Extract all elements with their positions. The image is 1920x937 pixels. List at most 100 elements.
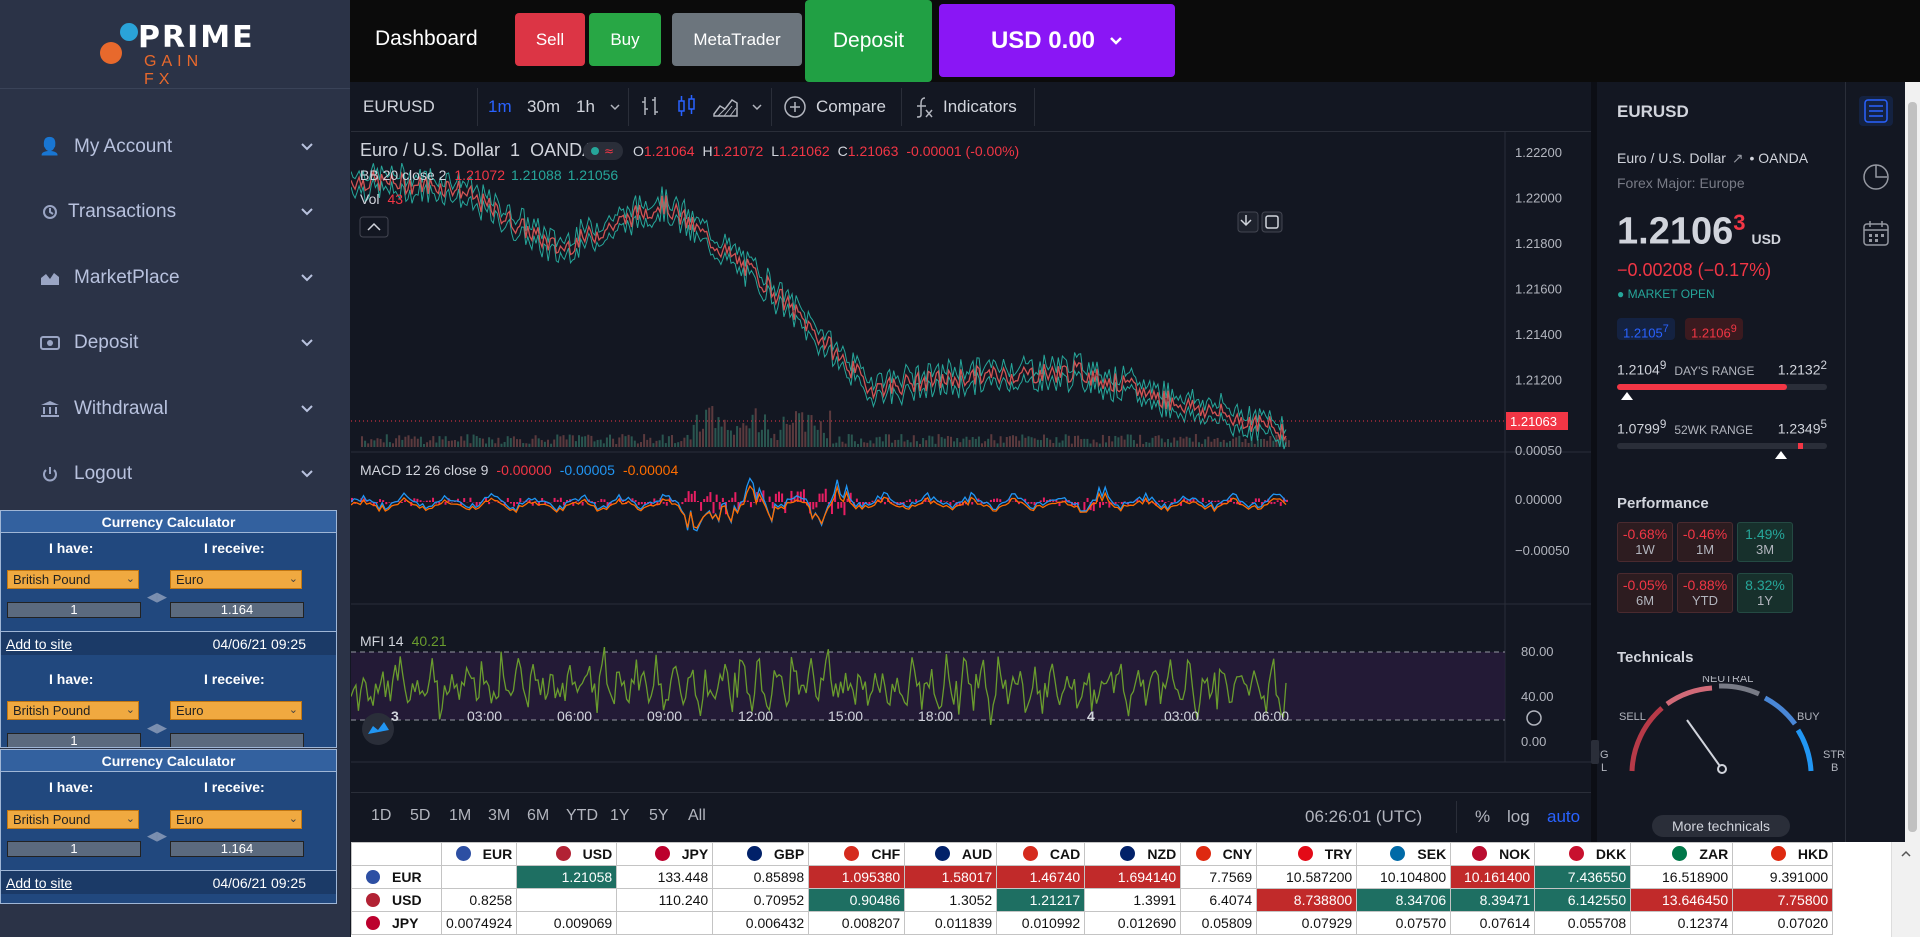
rate-cell[interactable]: 10.587200 (1256, 865, 1358, 889)
rate-cell[interactable]: 1.21058 (516, 865, 618, 889)
table-header-cell[interactable]: TRY (1256, 842, 1358, 866)
performance-cell[interactable]: 1.49% 3M (1737, 522, 1793, 562)
table-header-cell[interactable]: EUR (440, 842, 518, 866)
rate-cell[interactable]: 0.90486 (808, 888, 906, 912)
balance-dropdown[interactable]: USD 0.00 (939, 4, 1175, 77)
details-symbol[interactable]: EURUSD (1617, 102, 1689, 122)
table-header-cell[interactable]: USD (516, 842, 618, 866)
external-link-icon[interactable]: ↗ (1732, 150, 1744, 166)
performance-cell[interactable]: -0.68% 1W (1617, 522, 1673, 562)
rate-cell[interactable]: 133.448 (616, 865, 714, 889)
interval-1h[interactable]: 1h (576, 97, 595, 117)
row-currency-cell[interactable]: JPY (351, 911, 442, 935)
technicals-gauge[interactable]: NEUTRAL SELL BUY IG STR L B (1597, 676, 1845, 776)
table-header-cell[interactable]: DKK (1534, 842, 1632, 866)
data-window-icon[interactable] (1861, 162, 1891, 192)
table-header-cell[interactable]: CAD (996, 842, 1086, 866)
swap-icon[interactable]: ◀▶ (147, 720, 167, 738)
rate-cell[interactable]: 0.07020 (1732, 911, 1834, 935)
log-toggle[interactable]: log (1507, 807, 1530, 827)
table-header-cell[interactable]: HKD (1732, 842, 1834, 866)
rate-cell[interactable]: 1.46740 (996, 865, 1086, 889)
amount-input[interactable]: 1 (7, 841, 141, 857)
percent-toggle[interactable]: % (1475, 807, 1490, 827)
from-currency-select[interactable]: British Pound ⌄ (7, 810, 139, 829)
buy-button[interactable]: Buy (589, 13, 661, 66)
table-scrollbar[interactable] (1891, 842, 1920, 937)
compare-plus-icon[interactable] (783, 95, 807, 124)
candles-style-icon[interactable] (676, 94, 698, 123)
page-scrollbar[interactable] (1905, 82, 1920, 842)
range-ytd[interactable]: YTD (566, 807, 610, 825)
rate-cell[interactable]: 0.8258 (440, 888, 518, 912)
rate-cell[interactable]: 0.12374 (1630, 911, 1734, 935)
table-header-cell[interactable]: SEK (1356, 842, 1452, 866)
metatrader-button[interactable]: MetaTrader (672, 13, 802, 66)
chart-canvas[interactable]: 1.22200 1.22000 1.21800 1.21600 1.21400 1.212… (351, 132, 1591, 842)
fullscreen-button[interactable] (1261, 211, 1283, 233)
rate-cell[interactable] (616, 911, 714, 935)
nav-deposit[interactable]: Deposit (0, 313, 350, 373)
indicators-button[interactable]: Indicators (943, 97, 1017, 117)
rate-cell[interactable]: 0.010992 (996, 911, 1086, 935)
rate-cell[interactable]: 7.7569 (1180, 865, 1258, 889)
compare-button[interactable]: Compare (816, 97, 886, 117)
auto-toggle[interactable]: auto (1547, 807, 1580, 827)
rate-cell[interactable]: 10.104800 (1356, 865, 1452, 889)
range-5d[interactable]: 5D (410, 807, 449, 825)
table-header-cell[interactable]: CHF (808, 842, 906, 866)
row-currency-cell[interactable]: USD (351, 888, 442, 912)
rate-cell[interactable]: 0.07929 (1256, 911, 1358, 935)
scrollbar-thumb[interactable] (1908, 102, 1917, 832)
nav-withdrawal[interactable]: Withdrawal (0, 379, 350, 439)
performance-cell[interactable]: -0.05% 6M (1617, 573, 1673, 613)
table-header-cell[interactable]: JPY (616, 842, 714, 866)
amount-input[interactable]: 1 (7, 602, 141, 618)
range-1y[interactable]: 1Y (610, 807, 649, 825)
range-3m[interactable]: 3M (488, 807, 527, 825)
table-header-cell[interactable]: CNY (1180, 842, 1258, 866)
row-currency-cell[interactable]: EUR (351, 865, 442, 889)
rate-cell[interactable]: 0.07570 (1356, 911, 1452, 935)
to-currency-select[interactable]: Euro ⌄ (170, 701, 302, 720)
swap-icon[interactable]: ◀▶ (147, 589, 167, 607)
rate-cell[interactable]: 16.518900 (1630, 865, 1734, 889)
rate-cell[interactable]: 8.34706 (1356, 888, 1452, 912)
rate-cell[interactable] (516, 888, 618, 912)
deposit-button[interactable]: Deposit (805, 0, 932, 82)
table-header-cell[interactable]: ZAR (1630, 842, 1734, 866)
table-header-cell[interactable]: NOK (1450, 842, 1536, 866)
rate-cell[interactable]: 0.0074924 (440, 911, 518, 935)
nav-my-account[interactable]: 👤 My Account (0, 117, 350, 177)
range-6m[interactable]: 6M (527, 807, 566, 825)
table-header-cell[interactable]: AUD (904, 842, 998, 866)
bid-badge[interactable]: 1.21057 (1617, 318, 1675, 340)
rate-cell[interactable]: 0.70952 (712, 888, 810, 912)
sell-button[interactable]: Sell (515, 13, 585, 66)
rate-cell[interactable]: 8.738800 (1256, 888, 1358, 912)
rate-cell[interactable] (440, 865, 518, 889)
nav-marketplace[interactable]: MarketPlace (0, 248, 350, 308)
collapse-legend-button[interactable] (359, 216, 389, 238)
rate-cell[interactable]: 1.3052 (904, 888, 998, 912)
interval-30m[interactable]: 30m (527, 97, 560, 117)
rate-cell[interactable]: 0.009069 (516, 911, 618, 935)
table-header-cell[interactable]: GBP (712, 842, 810, 866)
rate-cell[interactable]: 1.694140 (1084, 865, 1182, 889)
rate-cell[interactable]: 0.055708 (1534, 911, 1632, 935)
rate-cell[interactable]: 0.012690 (1084, 911, 1182, 935)
performance-cell[interactable]: 8.32% 1Y (1737, 573, 1793, 613)
area-style-icon[interactable] (712, 94, 738, 123)
nav-transactions[interactable]: Transactions (0, 182, 350, 242)
rate-cell[interactable]: 6.142550 (1534, 888, 1632, 912)
add-to-site-link[interactable]: Add to site (6, 875, 72, 891)
rate-cell[interactable]: 0.006432 (712, 911, 810, 935)
panel-resizer[interactable] (1591, 82, 1597, 842)
rate-cell[interactable]: 10.161400 (1450, 865, 1536, 889)
from-currency-select[interactable]: British Pound ⌄ (7, 570, 139, 589)
rate-cell[interactable]: 7.436550 (1534, 865, 1632, 889)
watchlist-details-button[interactable] (1859, 96, 1893, 126)
market-status-pill[interactable] (583, 142, 623, 160)
details-category[interactable]: Forex Major: Europe (1617, 175, 1745, 191)
rate-cell[interactable]: 9.391000 (1732, 865, 1834, 889)
